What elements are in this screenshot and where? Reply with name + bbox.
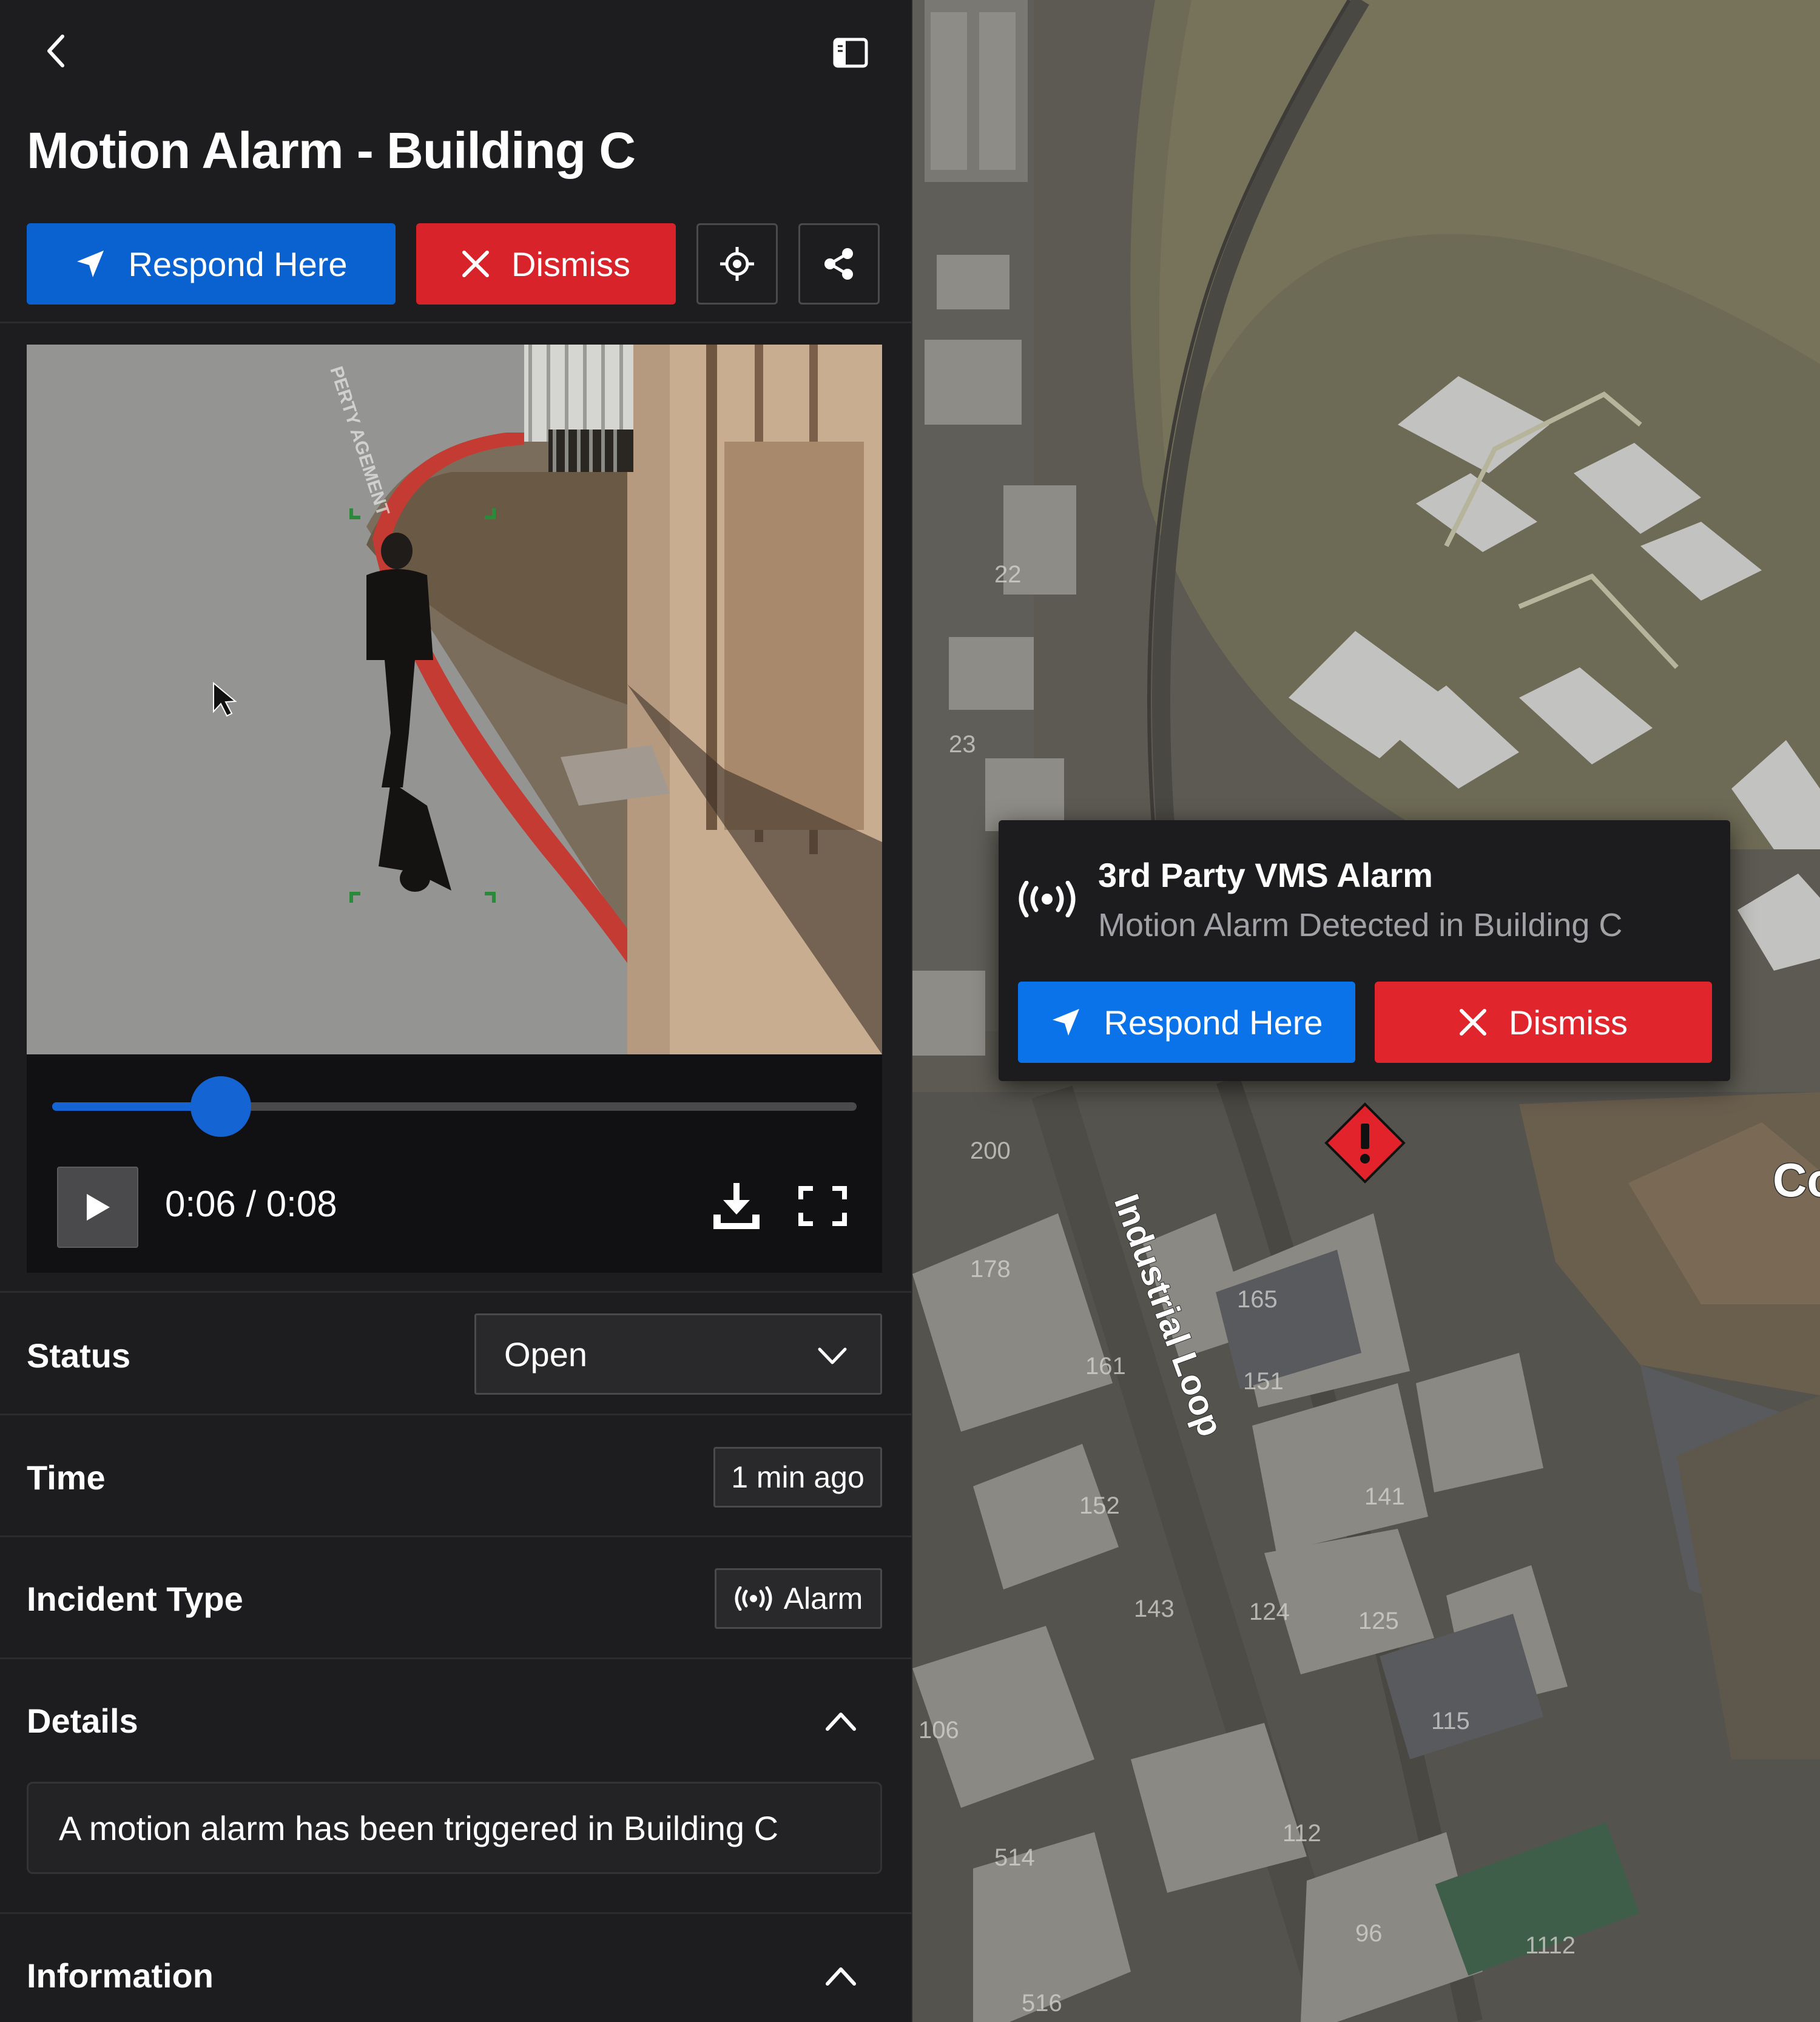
status-select[interactable]: Open (474, 1313, 882, 1395)
divider (0, 1657, 911, 1659)
page-title: Motion Alarm - Building C (27, 122, 636, 179)
incident-type-value: Alarm (783, 1582, 863, 1616)
map-label-1112: 1112 (1525, 1932, 1576, 1959)
map-label-141: 141 (1364, 1483, 1405, 1510)
alarm-marker[interactable] (1323, 1100, 1407, 1185)
details-label: Details (27, 1702, 138, 1740)
map-label-152: 152 (1079, 1492, 1120, 1519)
map-label-514: 514 (994, 1844, 1035, 1871)
locate-button[interactable] (696, 223, 778, 305)
time-label: Time (27, 1458, 106, 1497)
map-label-178: 178 (970, 1256, 1011, 1282)
map-label-161: 161 (1085, 1353, 1126, 1380)
navigation-arrow-icon (77, 251, 104, 277)
incident-panel: Motion Alarm - Building C Respond Here D… (0, 0, 912, 2022)
map-label-23: 23 (949, 731, 976, 758)
popup-title: 3rd Party VMS Alarm (1098, 856, 1433, 894)
play-button[interactable] (57, 1167, 138, 1248)
chevron-up-icon (826, 1967, 856, 1986)
map-label-125: 125 (1358, 1608, 1399, 1634)
map-label-96: 96 (1355, 1920, 1383, 1947)
navigation-arrow-icon (1053, 1009, 1080, 1036)
popup-dismiss-label: Dismiss (1509, 1003, 1628, 1042)
popup-dismiss-button[interactable]: Dismiss (1375, 982, 1712, 1063)
divider (0, 1912, 911, 1914)
divider (0, 322, 911, 323)
time-readout: 0:06 / 0:08 (165, 1184, 337, 1224)
crosshair-icon (720, 247, 754, 281)
video-frame[interactable]: PERTY AGEMENT (27, 345, 882, 1054)
respond-here-label: Respond Here (128, 244, 348, 283)
camera-still: PERTY AGEMENT (27, 345, 882, 1054)
video-controls: 0:06 / 0:08 (27, 1054, 882, 1273)
chevron-down-icon (818, 1347, 847, 1364)
dismiss-button[interactable]: Dismiss (416, 223, 676, 305)
map-label-200: 200 (970, 1137, 1011, 1164)
fullscreen-button[interactable] (792, 1176, 853, 1236)
map-label-124: 124 (1249, 1599, 1290, 1625)
broadcast-icon (1019, 881, 1076, 917)
map-label-106: 106 (918, 1717, 959, 1744)
chevron-left-icon (47, 35, 64, 67)
popup-respond-here-button[interactable]: Respond Here (1018, 982, 1355, 1063)
close-icon (1460, 1009, 1486, 1036)
back-button[interactable] (36, 29, 75, 73)
play-icon (87, 1194, 110, 1221)
map-label-165: 165 (1237, 1286, 1278, 1313)
details-collapse-button[interactable] (819, 1702, 863, 1741)
map-label-22: 22 (994, 561, 1022, 588)
map-label-516: 516 (1022, 1990, 1062, 2017)
download-button[interactable] (706, 1176, 767, 1236)
broadcast-icon (735, 1586, 772, 1611)
alarm-popup: 3rd Party VMS Alarm Motion Alarm Detecte… (999, 820, 1730, 1081)
divider (0, 1535, 911, 1537)
seek-handle[interactable] (190, 1076, 252, 1137)
information-label: Information (27, 1956, 214, 1995)
information-collapse-button[interactable] (819, 1957, 863, 1996)
dismiss-label: Dismiss (511, 244, 630, 283)
map-label-115: 115 (1431, 1708, 1470, 1734)
time-badge: 1 min ago (713, 1447, 882, 1508)
status-value: Open (504, 1335, 587, 1373)
share-icon (824, 248, 853, 280)
map-label-143: 143 (1134, 1596, 1175, 1622)
popup-subtitle: Motion Alarm Detected in Building C (1098, 907, 1623, 943)
share-button[interactable] (798, 223, 880, 305)
alarm-warning-icon (1324, 1102, 1406, 1184)
seek-bar[interactable] (52, 1076, 857, 1137)
respond-here-button[interactable]: Respond Here (27, 223, 396, 305)
divider (0, 1414, 911, 1415)
close-icon (462, 251, 489, 277)
chevron-up-icon (826, 1713, 856, 1731)
details-text: A motion alarm has been triggered in Bui… (27, 1782, 882, 1874)
sidebar-toggle-icon (833, 38, 868, 68)
download-icon (713, 1183, 760, 1229)
divider (0, 1291, 911, 1293)
fullscreen-icon (798, 1186, 847, 1226)
status-label: Status (27, 1336, 131, 1375)
incident-type-label: Incident Type (27, 1580, 243, 1618)
map-label-112: 112 (1282, 1820, 1321, 1847)
popup-respond-here-label: Respond Here (1104, 1003, 1323, 1042)
incident-type-badge: Alarm (715, 1568, 882, 1629)
map-label-151: 151 (1243, 1368, 1284, 1395)
sidebar-toggle-button[interactable] (827, 32, 874, 74)
map-edge-label: Co (1773, 1153, 1820, 1207)
